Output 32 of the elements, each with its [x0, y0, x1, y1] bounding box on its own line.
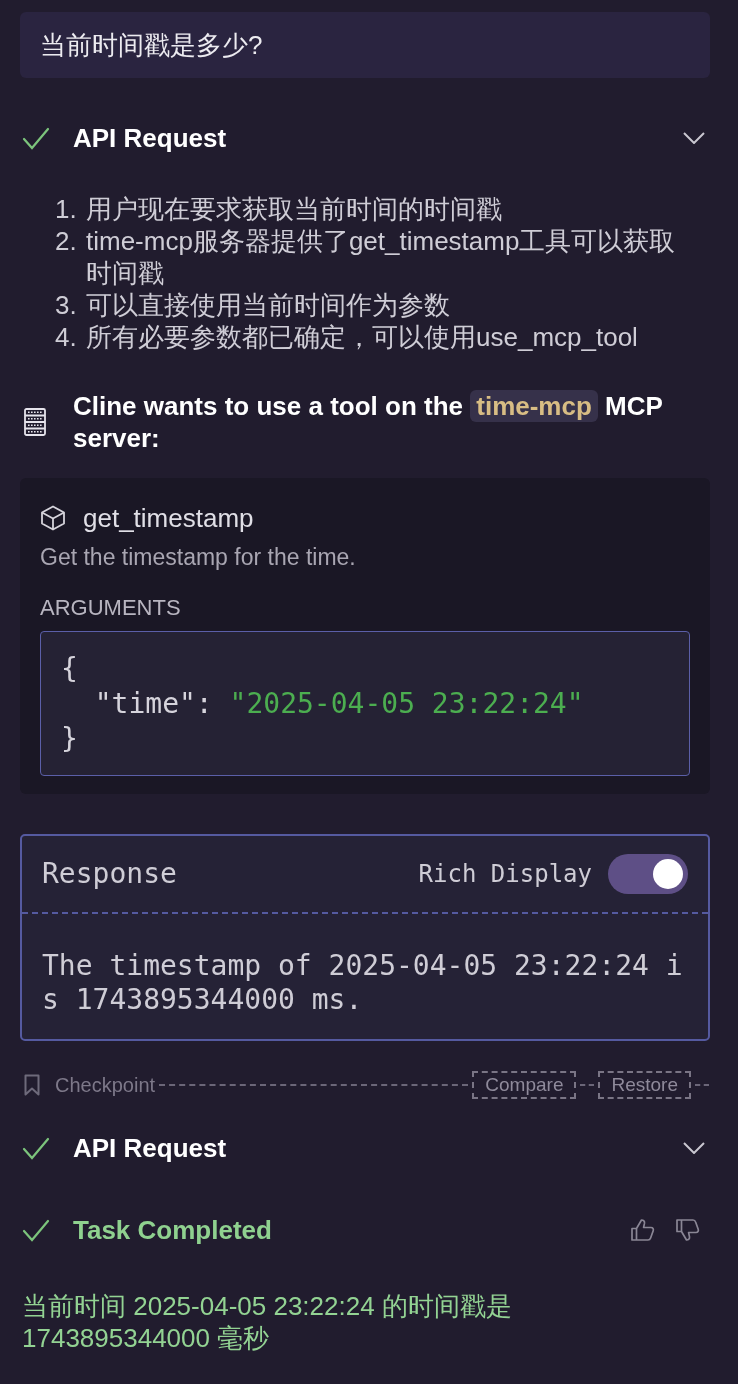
tool-request-text: Cline wants to use a tool on the time-mcp MCP server: — [73, 390, 664, 454]
checkpoint-button[interactable]: Compare — [472, 1071, 577, 1099]
list-item-text: time-mcp服务器提供了get_timestamp工具可以获取时间戳 — [86, 226, 676, 288]
list-number: 1. — [55, 193, 78, 225]
panel-title: Response — [42, 858, 178, 890]
list-item-text: 所有必要参数都已确定，可以使用use_mcp_tool — [86, 322, 638, 352]
checkpoint-button[interactable]: Restore — [598, 1071, 691, 1099]
list-item-text: 可以直接使用当前时间作为参数 — [86, 290, 450, 320]
tool-name: get_timestamp — [83, 505, 254, 531]
server-icon — [24, 408, 46, 436]
cube-icon — [40, 505, 66, 531]
list-number: 4. — [55, 321, 78, 353]
user-message: 当前时间戳是多少? — [20, 12, 710, 78]
status-title: API Request — [73, 1132, 227, 1164]
status-title: API Request — [73, 122, 227, 154]
response-text: The timestamp of 2025-04-05 23:22:24 is 1743895344000 ms. — [41, 948, 684, 1018]
bookmark-icon — [24, 1074, 40, 1096]
status-title: Task Completed — [73, 1214, 272, 1246]
list-number: 2. — [55, 225, 78, 258]
tool-description: Get the timestamp for the time. — [40, 545, 357, 569]
answer-text: 当前时间 2025-04-05 23:22:24 的时间戳是 1743895344000 毫秒 — [22, 1290, 513, 1354]
checkpoint-label: Checkpoint — [55, 1073, 156, 1097]
list-item-text: 用户现在要求获取当前时间的时间戳 — [86, 194, 502, 224]
list-number: 3. — [55, 289, 78, 321]
thumbs-down-icon[interactable] — [675, 1218, 700, 1242]
arguments-label: ARGUMENTS — [40, 596, 182, 620]
thumbs-up-icon[interactable] — [630, 1218, 655, 1242]
toggle-switch[interactable] — [608, 854, 688, 894]
chevron-down-icon[interactable] — [683, 1142, 705, 1154]
chevron-down-icon[interactable] — [683, 132, 705, 144]
code-block: { "time": "2025-04-05 23:22:24" } — [40, 631, 690, 776]
toggle-label: Rich Display — [418, 860, 592, 888]
